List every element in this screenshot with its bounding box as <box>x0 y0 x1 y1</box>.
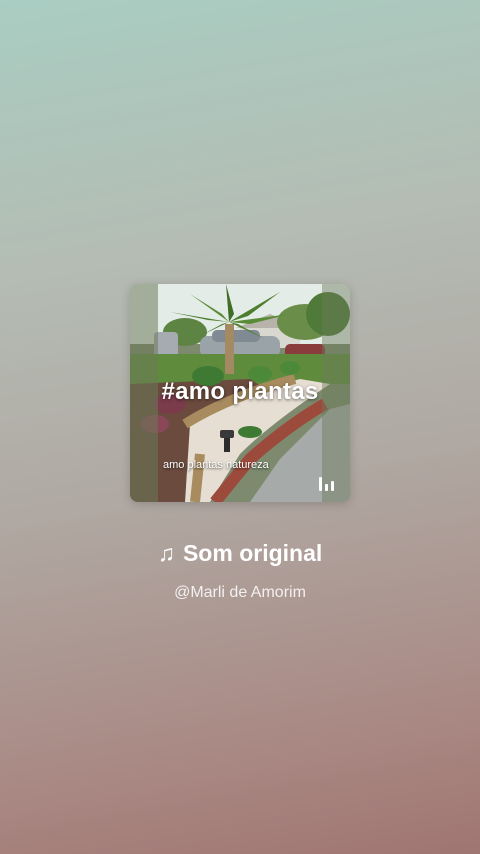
sound-title: Som original <box>182 540 323 566</box>
cover-hashtag: #amo plantas <box>161 378 319 405</box>
cover-caption: amo plantas natureza <box>163 459 269 471</box>
sound-title-row: ♫ Som original <box>0 540 480 567</box>
album-cover[interactable]: #amo plantas amo plantas natureza <box>130 284 350 502</box>
equalizer-icon <box>319 477 335 491</box>
music-note-icon: ♫ <box>157 540 175 566</box>
sound-artist[interactable]: @Marli de Amorim <box>0 584 480 602</box>
